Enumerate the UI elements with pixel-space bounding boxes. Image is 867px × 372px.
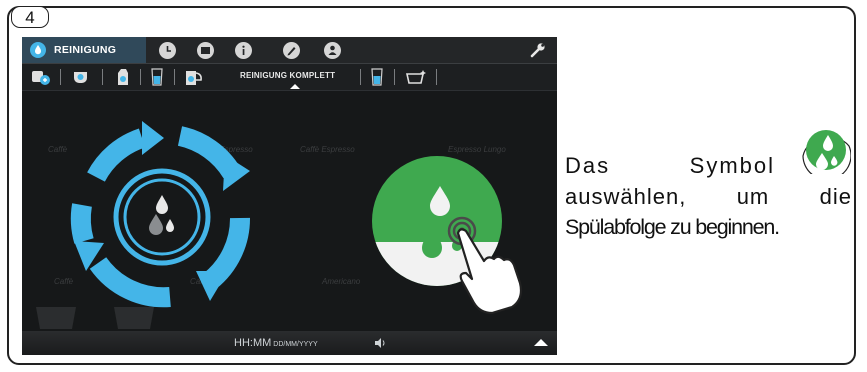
date-text: DD/MM/YYYY bbox=[273, 341, 318, 348]
machine-screen: Caffè Caffè Espresso Caffè Espresso Espr… bbox=[22, 37, 557, 355]
cup-icon[interactable] bbox=[72, 67, 92, 87]
folder-icon[interactable] bbox=[197, 42, 214, 59]
water-drop-icon bbox=[30, 42, 46, 58]
instruction-word: Das bbox=[565, 153, 611, 178]
status-bar: HH:MM DD/MM/YYYY bbox=[22, 331, 557, 355]
instruction-word: die bbox=[819, 184, 852, 209]
top-menu-bar: REINIGUNG bbox=[22, 37, 557, 64]
active-indicator-caret bbox=[290, 84, 300, 89]
rinse-cycle-graphic bbox=[70, 121, 251, 308]
instruction-word: Symbol bbox=[689, 153, 775, 178]
tab-reinigung[interactable]: REINIGUNG bbox=[22, 37, 146, 63]
divider bbox=[360, 69, 361, 85]
background-cups bbox=[36, 307, 154, 329]
bg-label: Espresso Lungo bbox=[448, 145, 506, 154]
divider bbox=[174, 69, 175, 85]
clock-display: HH:MM DD/MM/YYYY bbox=[234, 337, 318, 349]
info-icon[interactable] bbox=[235, 42, 252, 59]
divider bbox=[102, 69, 103, 85]
touch-hand-icon bbox=[447, 216, 523, 315]
instruction-line: Spülabfolge zu beginnen. bbox=[565, 215, 780, 239]
glass-icon[interactable] bbox=[150, 67, 164, 87]
milk-jug-icon[interactable] bbox=[182, 67, 206, 87]
clock-icon[interactable] bbox=[159, 42, 176, 59]
bg-label: Caffè Espresso bbox=[300, 145, 355, 154]
volume-icon[interactable] bbox=[374, 337, 386, 349]
divider bbox=[140, 69, 141, 85]
cup-descale-icon[interactable] bbox=[30, 67, 52, 87]
glass-icon[interactable] bbox=[370, 67, 384, 87]
pencil-icon[interactable] bbox=[283, 42, 300, 59]
instruction-text: Das Symbol auswählen, um die Spülabfolge… bbox=[565, 150, 852, 243]
bg-label: Americano bbox=[322, 277, 361, 286]
tray-cleaning-icon[interactable] bbox=[404, 67, 428, 87]
instruction-word: um bbox=[736, 184, 770, 209]
milk-carton-icon[interactable] bbox=[114, 67, 132, 87]
time-text: HH:MM bbox=[234, 337, 272, 349]
subnav-active-label[interactable]: REINIGUNG KOMPLETT bbox=[240, 71, 335, 80]
cleaning-submenu-bar: REINIGUNG KOMPLETT bbox=[22, 64, 557, 91]
user-icon[interactable] bbox=[324, 42, 341, 59]
step-number-badge: 4 bbox=[11, 6, 49, 28]
scroll-up-arrow-icon[interactable] bbox=[534, 339, 548, 346]
divider bbox=[60, 69, 61, 85]
instruction-word: auswählen, bbox=[565, 184, 687, 209]
wrench-icon[interactable] bbox=[529, 41, 547, 59]
divider bbox=[394, 69, 395, 85]
tab-reinigung-label: REINIGUNG bbox=[54, 44, 117, 56]
divider bbox=[436, 69, 437, 85]
